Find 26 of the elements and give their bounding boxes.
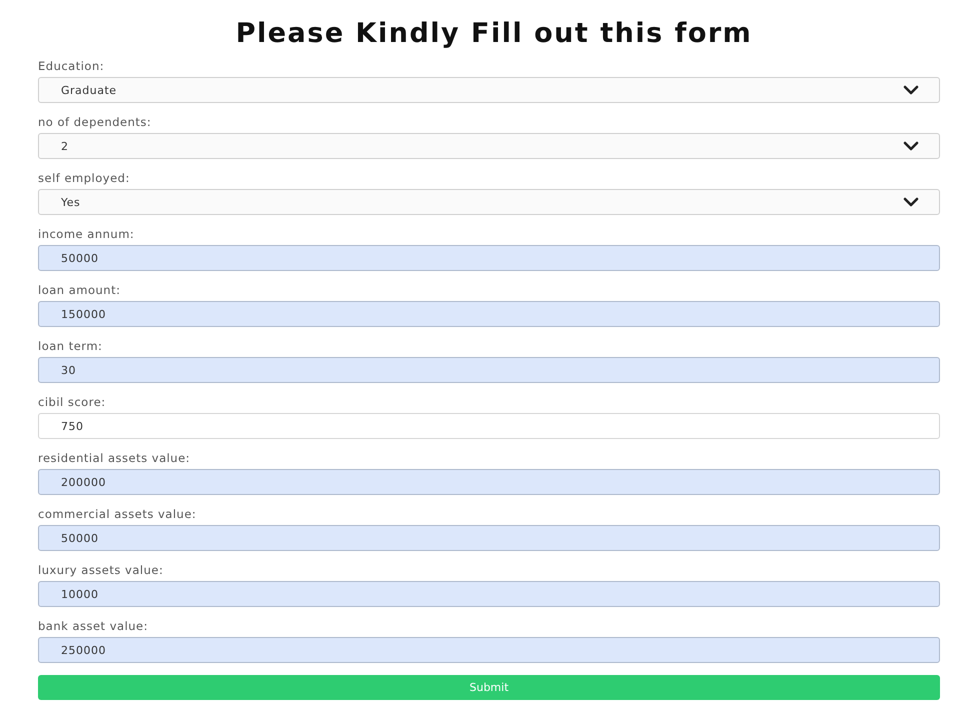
chevron-down-icon [903, 85, 919, 95]
field-label: loan amount: [38, 282, 120, 298]
field-label: bank asset value: [38, 618, 148, 634]
field-label: self employed: [38, 170, 130, 186]
input-field[interactable]: 50000 [38, 525, 940, 551]
field-label: loan term: [38, 338, 102, 354]
input-field[interactable]: 200000 [38, 469, 940, 495]
input-field[interactable]: 50000 [38, 245, 940, 271]
input-field[interactable]: 150000 [38, 301, 940, 327]
dropdown-field[interactable]: Graduate [38, 77, 940, 103]
dropdown-field[interactable]: 2 [38, 133, 940, 159]
input-field[interactable]: 10000 [38, 581, 940, 607]
field-label: commercial assets value: [38, 506, 196, 522]
field-label: cibil score: [38, 394, 106, 410]
chevron-down-icon [903, 141, 919, 151]
chevron-down-icon [903, 197, 919, 207]
dropdown-field[interactable]: Yes [38, 189, 940, 215]
field-label: residential assets value: [38, 450, 190, 466]
field-label: income annum: [38, 226, 134, 242]
field-label: Education: [38, 58, 104, 74]
field-label: luxury assets value: [38, 562, 164, 578]
input-field[interactable]: 30 [38, 357, 940, 383]
input-field[interactable]: 750 [38, 413, 940, 439]
form-title: Please Kindly Fill out this form [234, 17, 754, 51]
field-label: no of dependents: [38, 114, 152, 130]
input-field[interactable]: 250000 [38, 637, 940, 663]
